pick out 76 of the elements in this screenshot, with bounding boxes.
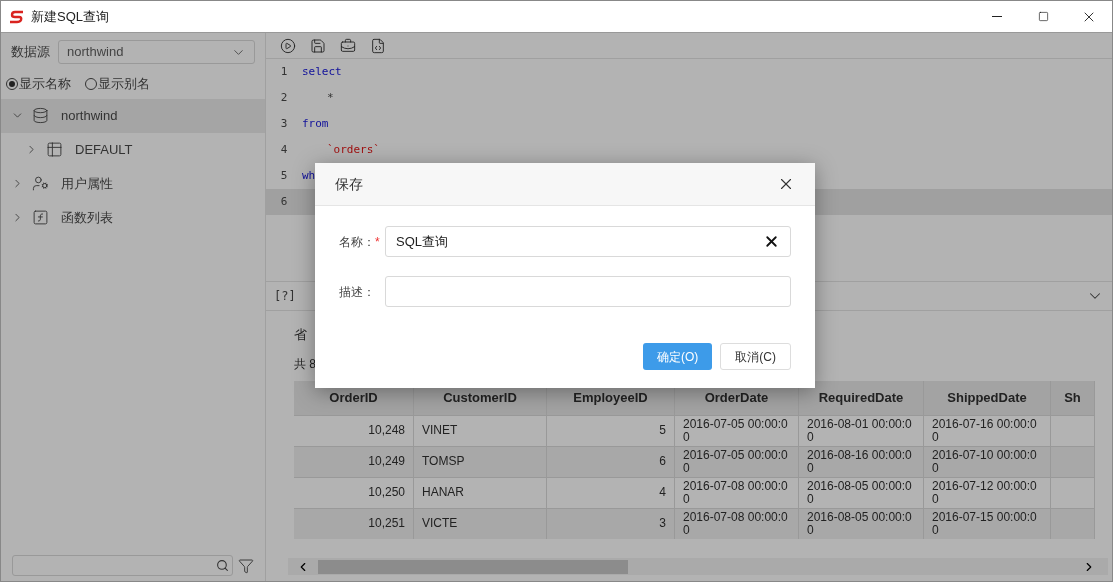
table-cell: TOMSP (422, 455, 465, 468)
dialog-button[interactable]: 取消(C) (720, 343, 791, 370)
maximize-icon (1037, 11, 1049, 22)
help-tab[interactable]: [?] (274, 287, 296, 305)
table-cell-text: 2016-07-05 00:00:00 (683, 448, 789, 475)
field-label: 名称： (339, 233, 375, 251)
clear-icon[interactable] (763, 233, 780, 250)
horizontal-scrollbar[interactable] (288, 558, 1108, 575)
tree-label: 函数列表 (61, 208, 113, 227)
database-icon (32, 107, 49, 124)
logo-icon (9, 9, 25, 24)
table-cell: 4 (659, 486, 666, 499)
table-cell-text: 2016-07-16 00:00:00 (932, 417, 1038, 444)
table-cell-text: 2016-07-15 00:00:00 (932, 510, 1038, 537)
field-label: 描述： (339, 283, 375, 301)
required-mark: * (375, 234, 380, 249)
table-cell-text: 2016-07-08 00:00:00 (683, 510, 789, 537)
search-field[interactable] (12, 555, 233, 576)
table-cell: 10,250 (368, 486, 405, 499)
tree-item[interactable]: northwind (1, 98, 265, 133)
minimize-icon (992, 16, 1002, 17)
tree-item[interactable]: 函数列表 (1, 200, 265, 235)
table-cell: HANAR (422, 486, 464, 499)
column-header[interactable]: ShippedDate (924, 380, 1051, 415)
table-cell-text: 2016-08-05 00:00:00 (807, 510, 913, 537)
tree-item[interactable]: DEFAULT (1, 132, 265, 167)
run-icon[interactable] (280, 37, 296, 54)
table-cell: 10,249 (368, 455, 405, 468)
code-line: `orders` (326, 141, 380, 158)
line-number: 6 (279, 193, 289, 210)
tree-item[interactable]: 用户属性 (1, 166, 265, 201)
code-file-icon[interactable] (370, 37, 386, 54)
function-icon (32, 209, 49, 226)
table-cell-text: 2016-08-16 00:00:00 (807, 448, 913, 475)
filter-icon[interactable] (238, 557, 254, 574)
table-cell: 10,248 (368, 424, 405, 437)
table-cell: 10,251 (368, 517, 405, 530)
column-header[interactable]: Sh (1051, 380, 1095, 415)
line-number: 5 (279, 167, 289, 184)
text-field[interactable] (385, 276, 791, 307)
table-cell: 5 (659, 424, 666, 437)
line-number: 3 (279, 115, 289, 132)
table-cell: VINET (422, 424, 458, 437)
result-caption: 省 (294, 326, 307, 344)
window-title: 新建SQL查询 (31, 7, 109, 26)
table-cell-text: 2016-08-05 00:00:00 (807, 479, 913, 506)
row-count: 共 8 (294, 355, 316, 373)
text-field[interactable]: SQL查询 (385, 226, 791, 257)
datasource-label: 数据源 (11, 43, 50, 62)
briefcase-icon[interactable] (340, 37, 356, 54)
tree-label: DEFAULT (75, 140, 133, 159)
table-cell-text: 2016-08-01 00:00:00 (807, 417, 913, 444)
tree-label: northwind (61, 106, 118, 125)
table-cell: 6 (659, 455, 666, 468)
radio-option[interactable]: 显示别名 (85, 74, 150, 94)
line-number: 4 (279, 141, 289, 158)
datasource-select[interactable]: northwind (58, 40, 255, 64)
table-cell-text: 2016-07-12 00:00:00 (932, 479, 1038, 506)
code-line: wh (302, 167, 316, 184)
line-number: 2 (279, 89, 289, 106)
table-cell: VICTE (422, 517, 458, 530)
save-icon[interactable] (310, 37, 326, 54)
tree-label: 用户属性 (61, 174, 113, 193)
table-cell-text: 2016-07-10 00:00:00 (932, 448, 1038, 475)
code-line: * (326, 89, 334, 106)
code-line: from (302, 115, 329, 132)
table-cell-text: 2016-07-05 00:00:00 (683, 417, 789, 444)
schema-icon (46, 141, 63, 158)
code-line: select (302, 63, 342, 80)
dialog-title: 保存 (335, 174, 363, 194)
table-cell-text: 2016-07-08 00:00:00 (683, 479, 789, 506)
radio-option[interactable]: 显示名称 (6, 74, 71, 94)
user-icon (32, 175, 49, 192)
search-icon (216, 559, 229, 572)
line-number: 1 (279, 63, 289, 80)
table-cell: 3 (659, 517, 666, 530)
